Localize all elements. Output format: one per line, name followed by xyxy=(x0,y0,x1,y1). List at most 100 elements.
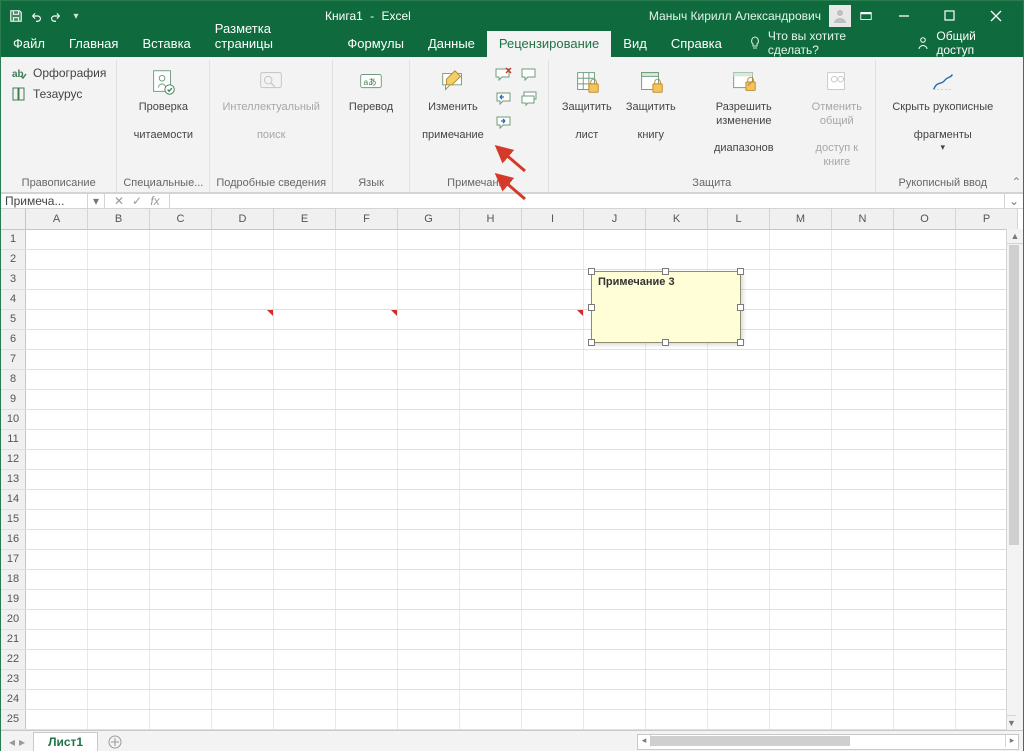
cell[interactable] xyxy=(894,530,956,549)
cell[interactable] xyxy=(88,650,150,669)
cell[interactable] xyxy=(26,670,88,689)
cell[interactable] xyxy=(708,490,770,509)
delete-comment-button[interactable] xyxy=(492,64,516,86)
cell[interactable] xyxy=(460,430,522,449)
cell[interactable] xyxy=(584,390,646,409)
cell[interactable] xyxy=(770,370,832,389)
cell[interactable] xyxy=(894,490,956,509)
cell[interactable] xyxy=(708,570,770,589)
cell[interactable] xyxy=(150,650,212,669)
cell[interactable] xyxy=(150,710,212,729)
show-hide-comment-button[interactable] xyxy=(518,64,542,86)
protect-sheet-button[interactable]: Защититьлист xyxy=(555,64,619,144)
cell[interactable] xyxy=(212,590,274,609)
cell[interactable] xyxy=(336,310,398,329)
cell[interactable] xyxy=(460,390,522,409)
cell[interactable] xyxy=(336,290,398,309)
cell[interactable] xyxy=(212,430,274,449)
horizontal-scrollbar[interactable]: ◂ ▸ xyxy=(637,734,1019,750)
cell[interactable] xyxy=(336,230,398,249)
cell[interactable] xyxy=(398,370,460,389)
cell[interactable] xyxy=(522,230,584,249)
cell[interactable] xyxy=(646,410,708,429)
cell[interactable] xyxy=(398,230,460,249)
cell[interactable] xyxy=(336,410,398,429)
row-header[interactable]: 1 xyxy=(1,230,26,249)
cell[interactable] xyxy=(460,690,522,709)
cell[interactable] xyxy=(274,490,336,509)
row-header[interactable]: 11 xyxy=(1,430,26,449)
cell[interactable] xyxy=(460,230,522,249)
cell[interactable] xyxy=(894,310,956,329)
cell[interactable] xyxy=(88,610,150,629)
cell[interactable] xyxy=(26,250,88,269)
cell[interactable] xyxy=(708,450,770,469)
cell[interactable] xyxy=(708,370,770,389)
cell[interactable] xyxy=(150,310,212,329)
cell[interactable] xyxy=(708,430,770,449)
cell[interactable] xyxy=(26,370,88,389)
protect-workbook-button[interactable]: Защититькнигу xyxy=(619,64,683,144)
cell[interactable] xyxy=(646,490,708,509)
scroll-thumb[interactable] xyxy=(1009,245,1019,545)
cell[interactable] xyxy=(832,690,894,709)
column-header[interactable]: I xyxy=(522,209,584,229)
cell[interactable] xyxy=(274,470,336,489)
cell[interactable] xyxy=(88,290,150,309)
row-header[interactable]: 13 xyxy=(1,470,26,489)
cell[interactable] xyxy=(646,470,708,489)
cell[interactable] xyxy=(460,470,522,489)
cell[interactable] xyxy=(832,310,894,329)
cell[interactable] xyxy=(770,670,832,689)
cell[interactable] xyxy=(88,410,150,429)
row-header[interactable]: 16 xyxy=(1,530,26,549)
cell[interactable] xyxy=(150,290,212,309)
cell[interactable] xyxy=(522,690,584,709)
cell[interactable] xyxy=(26,530,88,549)
column-header[interactable]: H xyxy=(460,209,522,229)
cell[interactable] xyxy=(88,490,150,509)
share-button[interactable]: Общий доступ xyxy=(902,29,1023,57)
cell[interactable] xyxy=(398,290,460,309)
cell[interactable] xyxy=(88,370,150,389)
cell[interactable] xyxy=(212,630,274,649)
cell[interactable] xyxy=(336,550,398,569)
scroll-thumb[interactable] xyxy=(650,736,850,746)
cell[interactable] xyxy=(894,470,956,489)
cell[interactable] xyxy=(88,550,150,569)
cell[interactable] xyxy=(832,650,894,669)
row-header[interactable]: 17 xyxy=(1,550,26,569)
cell[interactable] xyxy=(584,490,646,509)
cell[interactable] xyxy=(646,570,708,589)
cell[interactable] xyxy=(770,470,832,489)
cell[interactable] xyxy=(460,650,522,669)
cell[interactable] xyxy=(336,430,398,449)
cell[interactable] xyxy=(274,610,336,629)
cell[interactable] xyxy=(522,610,584,629)
cell[interactable] xyxy=(26,630,88,649)
row-header[interactable]: 23 xyxy=(1,670,26,689)
cell[interactable] xyxy=(894,230,956,249)
cell[interactable] xyxy=(832,290,894,309)
row-header[interactable]: 9 xyxy=(1,390,26,409)
row-header[interactable]: 8 xyxy=(1,370,26,389)
cell[interactable] xyxy=(398,690,460,709)
cell[interactable] xyxy=(212,490,274,509)
fx-icon[interactable]: fx xyxy=(147,194,163,208)
save-icon[interactable] xyxy=(9,9,23,23)
sheet-tab[interactable]: Лист1 xyxy=(33,732,98,751)
column-header[interactable]: E xyxy=(274,209,336,229)
row-header[interactable]: 6 xyxy=(1,330,26,349)
cell[interactable] xyxy=(398,670,460,689)
cell[interactable] xyxy=(894,710,956,729)
cell[interactable] xyxy=(398,450,460,469)
cell[interactable] xyxy=(150,470,212,489)
cell[interactable] xyxy=(398,310,460,329)
cell[interactable] xyxy=(212,650,274,669)
cell[interactable] xyxy=(212,670,274,689)
cell[interactable] xyxy=(150,670,212,689)
cell[interactable] xyxy=(894,510,956,529)
cell[interactable] xyxy=(212,410,274,429)
cell[interactable] xyxy=(336,470,398,489)
cell[interactable] xyxy=(460,270,522,289)
